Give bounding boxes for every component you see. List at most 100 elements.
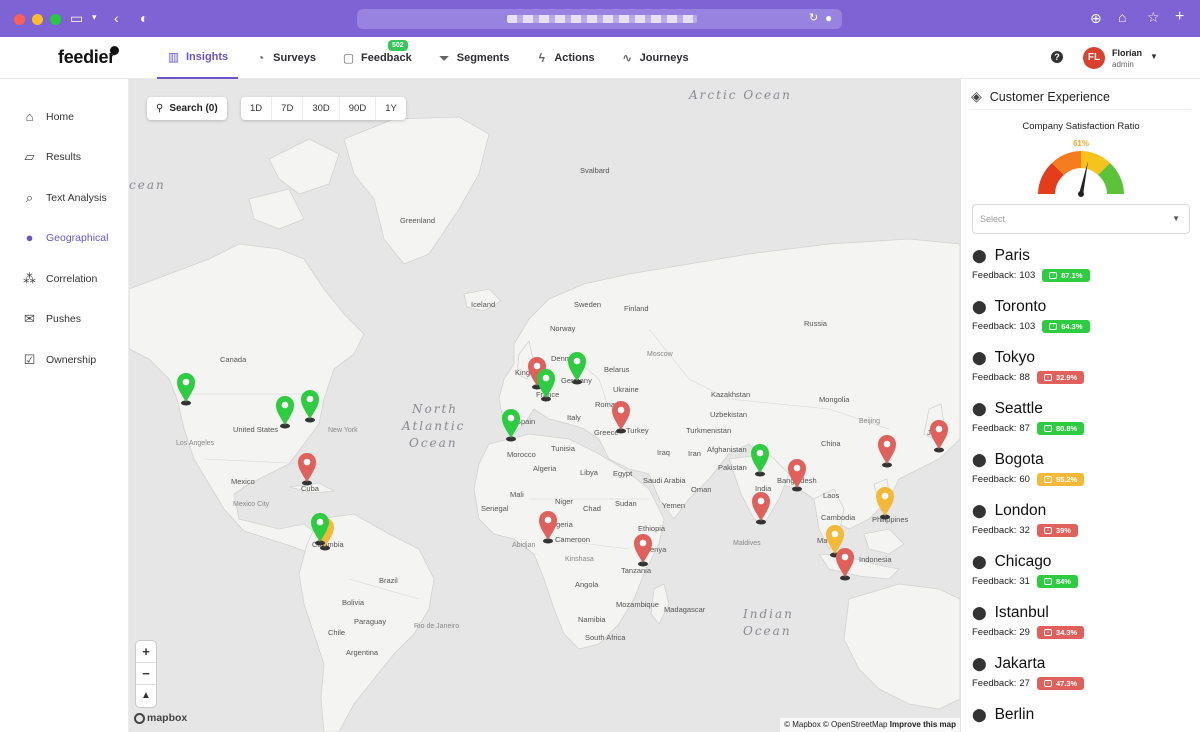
location-item-paris[interactable]: ⬤ Paris Feedback: 103 ↑ 87.1% [972, 246, 1192, 282]
chart-icon: ▥ [167, 50, 180, 64]
blurred-url [507, 15, 697, 23]
map-label: Turkmenistan [686, 426, 732, 435]
map-label: Saudi Arabia [643, 476, 686, 485]
chevron-down-icon[interactable]: ▾ [92, 13, 97, 22]
improve-map-link[interactable]: Improve this map [890, 720, 956, 729]
results-icon: ▱ [24, 149, 35, 164]
map-pin-green[interactable] [567, 351, 587, 385]
divider [971, 109, 1191, 110]
download-icon[interactable]: ⊕ [1090, 11, 1102, 25]
map-pin-green[interactable] [310, 512, 330, 546]
chat-icon: ▢ [342, 51, 355, 65]
thumbs-down-icon: ↓ [1043, 527, 1052, 534]
ocean-label: Ocean [409, 436, 458, 450]
feedier-logo[interactable]: feedier [58, 47, 115, 68]
map-label: Brazil [379, 576, 398, 585]
map-pin-red[interactable] [751, 491, 771, 525]
reload-icon[interactable]: ↻ [809, 13, 818, 24]
map-label: Angola [575, 580, 599, 589]
nav-journeys[interactable]: ∿ Journeys [611, 37, 699, 79]
sidebar-item-home[interactable]: ⌂ Home [22, 109, 74, 124]
map-pin-red[interactable] [611, 400, 631, 434]
map-pin-orange[interactable] [875, 486, 895, 520]
location-item-london[interactable]: ⬤ London Feedback: 32 ↓ 39% [972, 501, 1192, 537]
map-pin-green[interactable] [501, 408, 521, 442]
sidebar-item-pushes[interactable]: ✉ Pushes [22, 311, 81, 327]
bolt-icon: ϟ [538, 51, 545, 65]
compass-icon[interactable]: ▲ [136, 685, 156, 707]
location-item-seattle[interactable]: ⬤ Seattle Feedback: 87 ↑ 80.8% [972, 399, 1192, 435]
location-select[interactable]: Select ▼ [972, 204, 1190, 234]
range-90d-button[interactable]: 90D [340, 97, 377, 120]
range-30d-button[interactable]: 30D [303, 97, 340, 120]
nav-label: Journeys [639, 52, 689, 64]
map-search-button[interactable]: ⚲ Search (0) [147, 97, 227, 120]
map-pin-red[interactable] [633, 533, 653, 567]
shield-icon[interactable]: ◐ [140, 11, 148, 25]
nav-segments[interactable]: ⏷ Segments [428, 37, 520, 79]
range-7d-button[interactable]: 7D [272, 97, 304, 120]
nav-insights[interactable]: ▥ Insights [157, 37, 239, 79]
sidebar-toggle-icon[interactable]: ▭ [70, 11, 83, 25]
location-item-tokyo[interactable]: ⬤ Tokyo Feedback: 88 ↓ 32.9% [972, 348, 1192, 384]
nav-feedback[interactable]: ▢ Feedback 502 [332, 37, 422, 79]
back-icon[interactable]: ‹ [114, 11, 119, 25]
map-pin-red[interactable] [877, 434, 897, 468]
badge-value: 55.2% [1055, 475, 1078, 484]
range-1d-button[interactable]: 1D [241, 97, 273, 120]
location-pin-icon: ⬤ [972, 350, 987, 365]
minimize-window-button[interactable] [32, 14, 43, 25]
range-1y-button[interactable]: 1Y [376, 97, 406, 120]
map-label: Argentina [346, 648, 379, 657]
sidebar-item-results[interactable]: ▱ Results [22, 149, 82, 165]
customer-experience-panel: ◈ Customer Experience Company Satisfacti… [960, 79, 1200, 732]
close-window-button[interactable] [14, 14, 25, 25]
pushes-icon: ✉ [24, 311, 35, 326]
map-pin-green[interactable] [300, 389, 320, 423]
location-item-jakarta[interactable]: ⬤ Jakarta Feedback: 27 ↓ 47.3% [972, 654, 1192, 690]
location-item-berlin[interactable]: ⬤ Berlin [972, 705, 1192, 725]
avatar[interactable]: FL [1083, 47, 1105, 69]
sidebar-item-ownership[interactable]: ☑ Ownership [22, 352, 97, 368]
location-item-chicago[interactable]: ⬤ Chicago Feedback: 31 ↑ 84% [972, 552, 1192, 588]
sidebar-item-geographical[interactable]: ● Geographical [22, 230, 109, 245]
user-menu-caret-icon[interactable]: ▼ [1150, 52, 1158, 61]
nav-surveys[interactable]: ◔ Surveys [244, 37, 326, 79]
map-label: Oman [691, 485, 712, 494]
sidebar-item-text-analysis[interactable]: ⌕ Text Analysis [22, 190, 107, 206]
map-pin-red[interactable] [835, 547, 855, 581]
location-item-bogota[interactable]: ⬤ Bogota Feedback: 60 –55.2% [972, 450, 1192, 486]
location-pin-icon: ⬤ [972, 605, 987, 620]
zoom-out-button[interactable]: − [136, 663, 156, 685]
address-bar[interactable]: ↻ ● [357, 9, 842, 29]
world-map[interactable]: Arctic Ocean cean North Atlantic Ocean I… [129, 79, 960, 732]
bookmark-star-icon[interactable]: ☆ [1147, 10, 1160, 24]
more-icon[interactable]: ● [825, 12, 832, 24]
filter-icon: ⏷ [439, 50, 450, 65]
nav-label: Segments [456, 52, 510, 64]
location-item-istanbul[interactable]: ⬤ Istanbul Feedback: 29 ↓ 34.3% [972, 603, 1192, 639]
map-pin-green[interactable] [536, 368, 556, 402]
map-pin-red[interactable] [297, 452, 317, 486]
map-pin-red[interactable] [538, 510, 558, 544]
sidebar-item-correlation[interactable]: ⁂ Correlation [22, 271, 97, 287]
home-icon: ⌂ [25, 109, 34, 124]
maximize-window-button[interactable] [50, 14, 61, 25]
mapbox-logo[interactable]: mapbox [134, 712, 187, 724]
new-tab-icon[interactable]: + [1175, 9, 1184, 25]
zoom-in-button[interactable]: + [136, 641, 156, 663]
satisfaction-badge: ↓ 39% [1036, 524, 1078, 537]
help-icon[interactable]: ? [1051, 51, 1063, 63]
map-pin-green[interactable] [176, 372, 196, 406]
map-pin-red[interactable] [929, 419, 949, 453]
nav-actions[interactable]: ϟ Actions [525, 37, 604, 79]
zoom-control: + − ▲ [136, 641, 156, 707]
map-label: Afghanistan [707, 445, 747, 454]
home-browser-icon[interactable]: ⌂ [1118, 10, 1126, 24]
map-pin-red[interactable] [787, 458, 807, 492]
map-pin-green[interactable] [750, 443, 770, 477]
user-name[interactable]: Florian [1112, 48, 1142, 58]
map-pin-green[interactable] [275, 395, 295, 429]
map-attribution: © Mapbox © OpenStreetMap Improve this ma… [780, 718, 960, 732]
location-item-toronto[interactable]: ⬤ Toronto Feedback: 103 ↑ 64.3% [972, 297, 1192, 333]
